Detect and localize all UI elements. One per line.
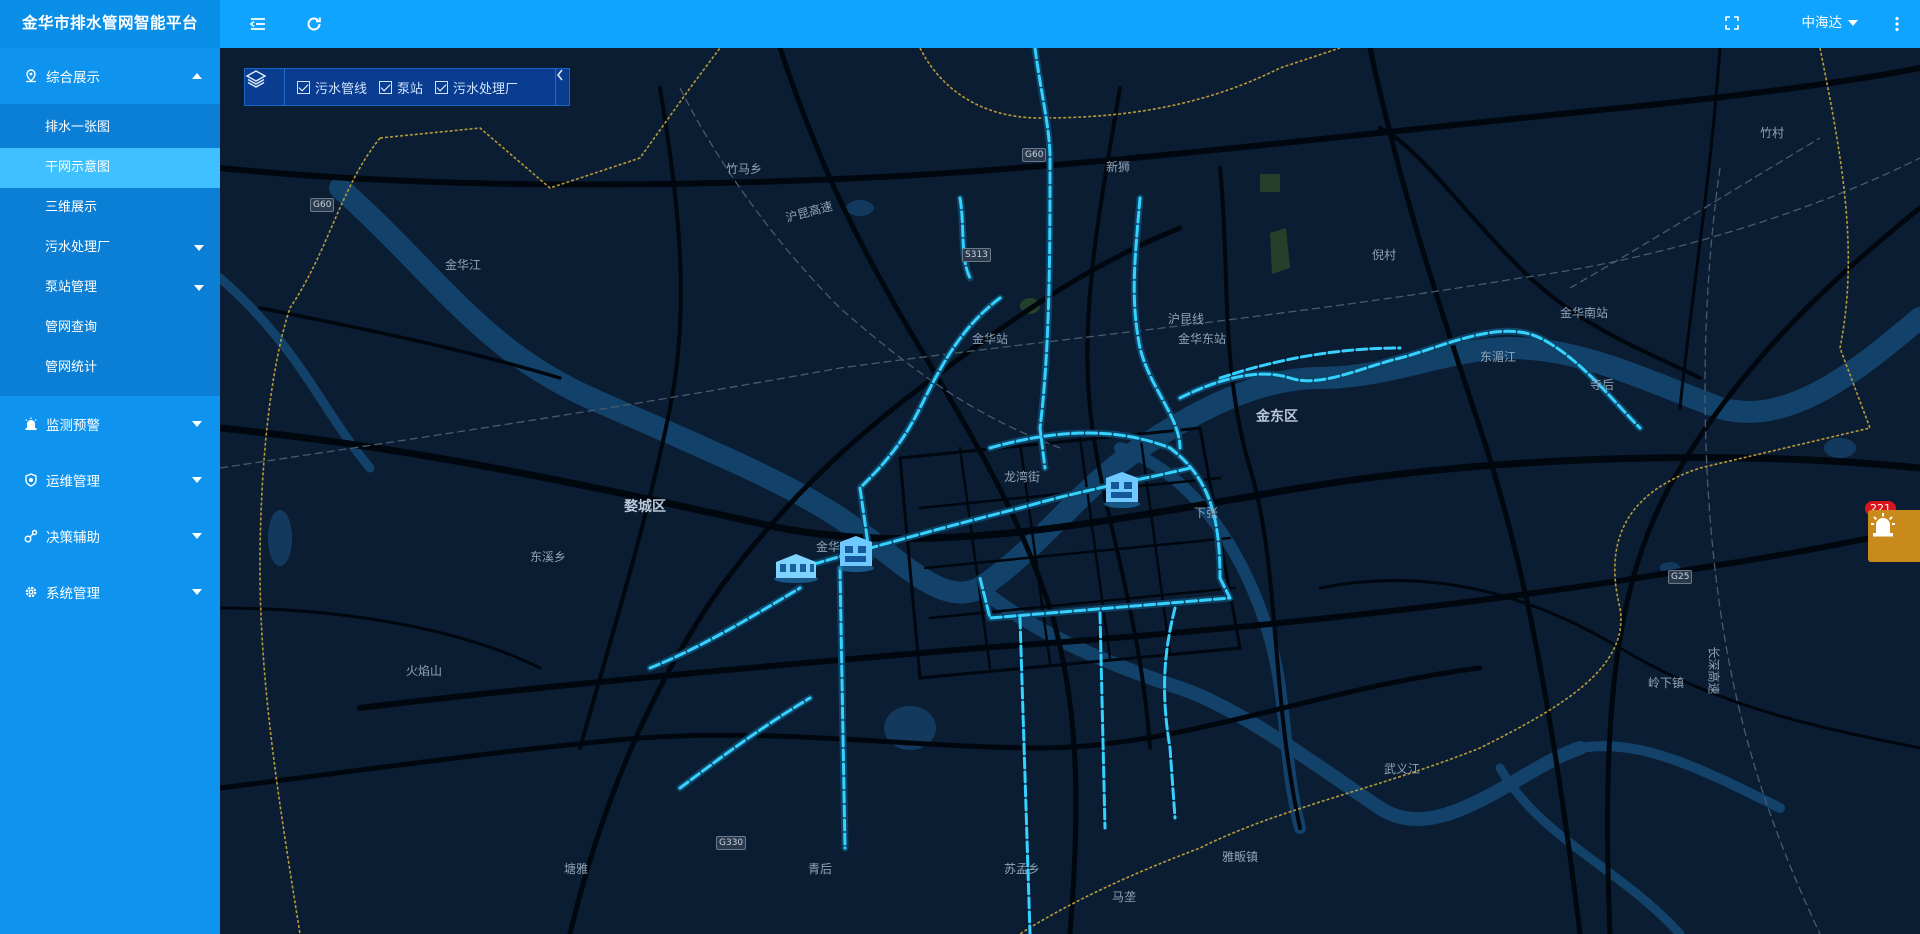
layer-control: 污水管线 泵站 污水处理厂 — [244, 68, 570, 106]
map-canvas[interactable]: 婺城区 金东区 竹马乡 新狮 金华江 金华站 金华东站 东溪乡 火焰山 下张 金… — [220, 48, 1920, 934]
chevron-down-icon — [192, 533, 202, 539]
chevron-down-icon — [192, 477, 202, 483]
layer-label: 污水处理厂 — [453, 81, 519, 97]
highway-shield: G25 — [1668, 570, 1693, 584]
nav-group-decision: 决策辅助 — [0, 508, 220, 564]
treatment-plant-icon — [774, 554, 818, 583]
nav-group-label: 决策辅助 — [46, 530, 100, 546]
layer-toggle-sewage-pipeline[interactable]: 污水管线 — [297, 78, 367, 97]
nav-submenu: 排水一张图 干网示意图 三维展示 污水处理厂 泵站管理 管网查询 管网统计 — [0, 104, 220, 396]
nav-item-treatment-plant[interactable]: 污水处理厂 — [0, 228, 220, 268]
road-network — [220, 48, 1920, 934]
pipeline — [1098, 611, 1107, 830]
chevron-down-icon — [192, 421, 202, 427]
checkbox-checked-icon — [379, 80, 393, 94]
siren-icon — [1871, 513, 1895, 537]
river-network — [220, 177, 1920, 934]
parks — [1020, 174, 1290, 314]
user-name: 中海达 — [1801, 15, 1843, 31]
highway-shield: G330 — [716, 836, 747, 850]
layer-label: 污水管线 — [315, 81, 368, 97]
nav-item-network-stats[interactable]: 管网统计 — [0, 348, 220, 388]
nav-item-label: 污水处理厂 — [45, 240, 111, 255]
nav-item-label: 三维展示 — [45, 200, 98, 215]
pipeline — [1018, 616, 1032, 934]
fullscreen-icon[interactable] — [1724, 15, 1744, 35]
chevron-left-icon — [556, 69, 563, 81]
nav-group-label: 综合展示 — [46, 70, 100, 86]
nav-group-label: 系统管理 — [46, 586, 100, 602]
chevron-down-icon — [194, 245, 204, 251]
nav-group-label: 监测预警 — [46, 418, 100, 434]
nav-item-label: 干网示意图 — [45, 160, 111, 175]
nav-item-3d-view[interactable]: 三维展示 — [0, 188, 220, 228]
chevron-down-icon — [194, 285, 204, 291]
nav-group-system: 系统管理 — [0, 564, 220, 620]
nav-item-label: 泵站管理 — [45, 280, 98, 295]
highway-shield: G60 — [1022, 148, 1047, 162]
more-vertical-icon[interactable] — [1890, 14, 1904, 34]
nav-group-monitoring: 监测预警 — [0, 396, 220, 452]
nav-item-drainage-map[interactable]: 排水一张图 — [0, 108, 220, 148]
sidebar: 金华市排水管网智能平台 综合展示 排水一张图 干网示意图 三维展示 污水处理厂 … — [0, 0, 220, 934]
caret-down-icon — [1848, 20, 1858, 26]
pipeline — [1163, 606, 1177, 820]
nav-item-label: 管网查询 — [45, 320, 98, 335]
nav-group-head-operations[interactable]: 运维管理 — [0, 452, 220, 508]
layer-toggle-pump-station[interactable]: 泵站 — [379, 78, 423, 97]
nav-group-head-decision[interactable]: 决策辅助 — [0, 508, 220, 564]
layer-toggle-treatment-plant[interactable]: 污水处理厂 — [435, 78, 518, 97]
user-menu[interactable]: 中海达 — [1801, 0, 1858, 48]
nav-item-network-query[interactable]: 管网查询 — [0, 308, 220, 348]
nav-group-head-comprehensive[interactable]: 综合展示 — [0, 48, 220, 104]
nav-group-head-system[interactable]: 系统管理 — [0, 564, 220, 620]
menu-collapse-icon[interactable] — [248, 14, 268, 34]
nav-item-label: 排水一张图 — [45, 120, 111, 135]
collapse-panel-button[interactable] — [555, 69, 569, 105]
highway-shield: G60 — [310, 198, 335, 212]
gear-icon — [24, 585, 42, 599]
nav-item-pump-station[interactable]: 泵站管理 — [0, 268, 220, 308]
alarm-button[interactable] — [1868, 510, 1920, 562]
nav-group-label: 运维管理 — [46, 474, 100, 490]
top-header: 中海达 — [220, 0, 1920, 48]
shield-gear-icon — [24, 473, 42, 487]
chevron-up-icon — [192, 73, 202, 79]
nav-item-trunk-network[interactable]: 干网示意图 — [0, 148, 220, 188]
layer-label: 泵站 — [397, 81, 424, 97]
nav-group-operations: 运维管理 — [0, 452, 220, 508]
layers-icon[interactable] — [245, 69, 285, 105]
nav-group-head-monitoring[interactable]: 监测预警 — [0, 396, 220, 452]
pump-station-icon — [1104, 472, 1140, 508]
refresh-icon[interactable] — [304, 14, 324, 34]
siren-icon — [24, 417, 42, 431]
checkbox-checked-icon — [297, 80, 310, 94]
highway-shield: S313 — [962, 248, 991, 262]
map-pin-icon — [24, 69, 42, 83]
chevron-down-icon — [192, 589, 202, 595]
nav-item-label: 管网统计 — [45, 360, 98, 375]
basemap — [220, 48, 1920, 934]
flow-icon — [24, 529, 42, 543]
pump-station-icon — [838, 536, 874, 572]
checkbox-checked-icon — [435, 80, 449, 94]
app-title: 金华市排水管网智能平台 — [0, 0, 220, 48]
nav-group-comprehensive: 综合展示 排水一张图 干网示意图 三维展示 污水处理厂 泵站管理 管网查询 管网… — [0, 48, 220, 396]
